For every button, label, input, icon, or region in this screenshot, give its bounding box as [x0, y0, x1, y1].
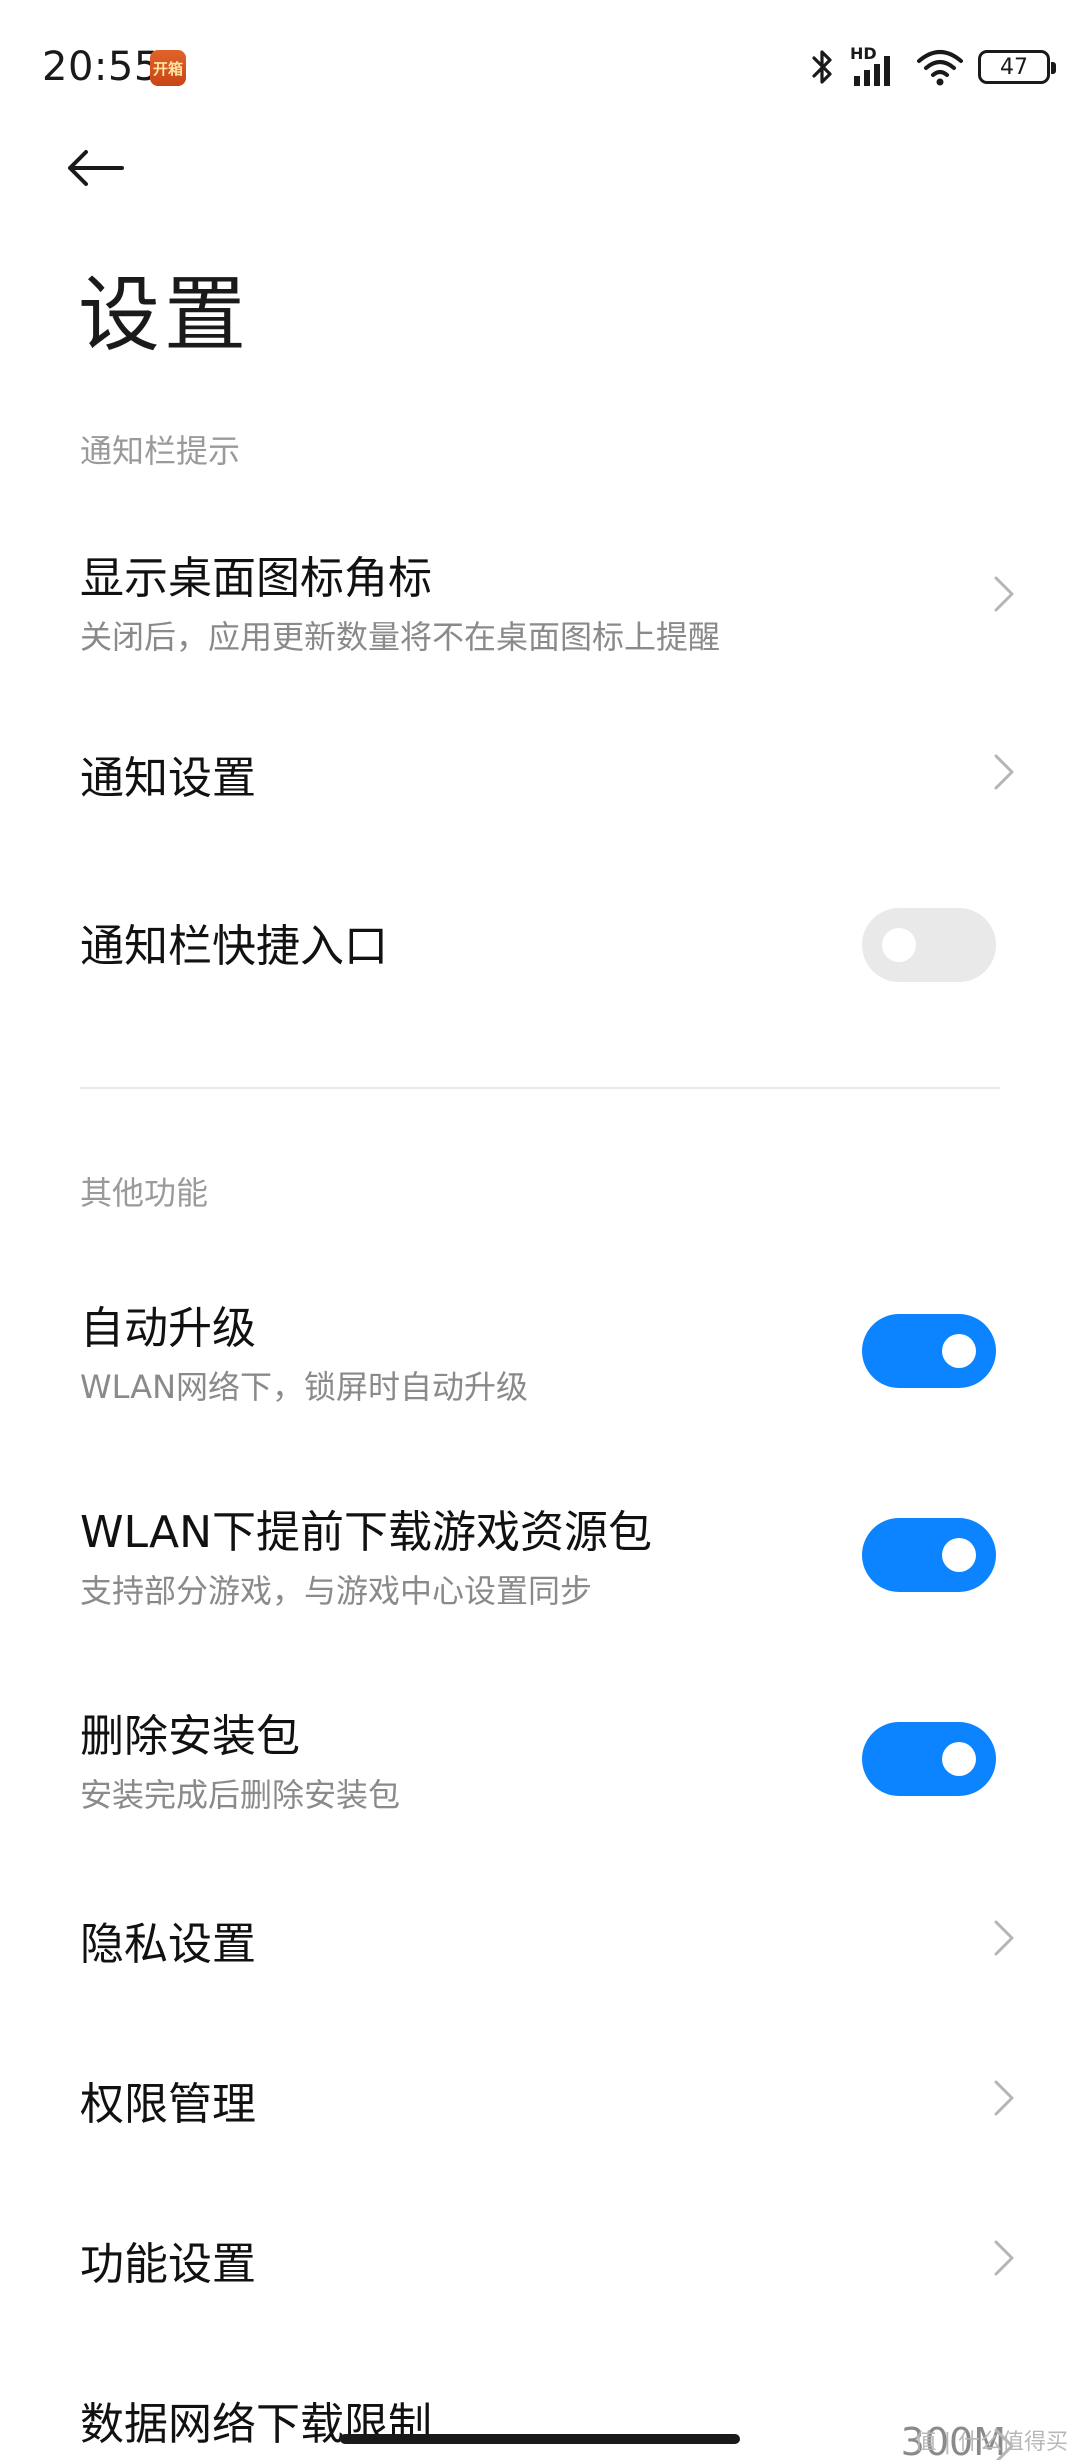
- chevron-right-icon: [994, 1920, 1014, 1956]
- section-header-notification: 通知栏提示: [80, 432, 241, 470]
- chevron-right-icon: [994, 576, 1014, 612]
- status-icons: HD 47: [810, 44, 1056, 90]
- cellular-signal-icon: HD: [850, 44, 902, 88]
- section-divider: [80, 1087, 1000, 1089]
- delete-package-toggle[interactable]: [862, 1722, 996, 1796]
- setting-row-feature-settings[interactable]: 功能设置: [0, 2216, 1080, 2316]
- setting-title: 删除安装包: [80, 1711, 300, 1762]
- page-title: 设置: [78, 268, 251, 363]
- setting-title: 通知设置: [80, 753, 256, 804]
- section-header-other: 其他功能: [80, 1174, 209, 1212]
- arrow-left-icon: [64, 148, 126, 192]
- auto-upgrade-toggle[interactable]: [862, 1314, 996, 1388]
- setting-title: 权限管理: [80, 2079, 256, 2130]
- setting-row-notification-shortcut[interactable]: 通知栏快捷入口: [0, 890, 1080, 1000]
- chevron-right-icon: [994, 2240, 1014, 2276]
- chevron-right-icon: [994, 754, 1014, 790]
- setting-row-notification-settings[interactable]: 通知设置: [0, 730, 1080, 830]
- notification-shortcut-toggle[interactable]: [862, 908, 996, 982]
- setting-title: WLAN下提前下载游戏资源包: [80, 1507, 653, 1558]
- status-bar: 20:55 开箱 HD 47: [0, 0, 1080, 130]
- toggle-knob: [942, 1538, 976, 1572]
- setting-subtitle: WLAN网络下，锁屏时自动升级: [80, 1368, 529, 1406]
- status-time: 20:55: [42, 44, 160, 90]
- setting-row-delete-package[interactable]: 删除安装包 安装完成后删除安装包: [0, 1688, 1080, 1838]
- setting-subtitle: 关闭后，应用更新数量将不在桌面图标上提醒: [80, 618, 721, 656]
- home-indicator[interactable]: [340, 2434, 740, 2444]
- toggle-knob: [942, 1334, 976, 1368]
- setting-title: 隐私设置: [80, 1919, 256, 1970]
- setting-row-permissions[interactable]: 权限管理: [0, 2056, 1080, 2156]
- setting-subtitle: 安装完成后删除安装包: [80, 1776, 401, 1814]
- battery-icon: 47: [978, 50, 1056, 84]
- setting-row-auto-upgrade[interactable]: 自动升级 WLAN网络下，锁屏时自动升级: [0, 1280, 1080, 1430]
- bluetooth-icon: [810, 47, 836, 87]
- toggle-knob: [942, 1742, 976, 1776]
- back-button[interactable]: [64, 140, 144, 200]
- setting-title: 显示桌面图标角标: [80, 553, 432, 604]
- watermark: 值 | 什么值得买: [914, 2430, 1068, 2455]
- wifi-icon: [916, 47, 964, 87]
- chevron-right-icon: [994, 2080, 1014, 2116]
- setting-row-privacy[interactable]: 隐私设置: [0, 1896, 1080, 1996]
- setting-title: 功能设置: [80, 2239, 256, 2290]
- app-notification-icon: 开箱: [150, 50, 186, 86]
- setting-subtitle: 支持部分游戏，与游戏中心设置同步: [80, 1572, 593, 1610]
- setting-title: 自动升级: [80, 1303, 256, 1354]
- wlan-predownload-toggle[interactable]: [862, 1518, 996, 1592]
- battery-level: 47: [1000, 54, 1028, 80]
- setting-row-wlan-predownload[interactable]: WLAN下提前下载游戏资源包 支持部分游戏，与游戏中心设置同步: [0, 1484, 1080, 1634]
- setting-row-desktop-badge[interactable]: 显示桌面图标角标 关闭后，应用更新数量将不在桌面图标上提醒: [0, 520, 1080, 670]
- setting-title: 通知栏快捷入口: [80, 921, 388, 972]
- toggle-knob: [882, 928, 916, 962]
